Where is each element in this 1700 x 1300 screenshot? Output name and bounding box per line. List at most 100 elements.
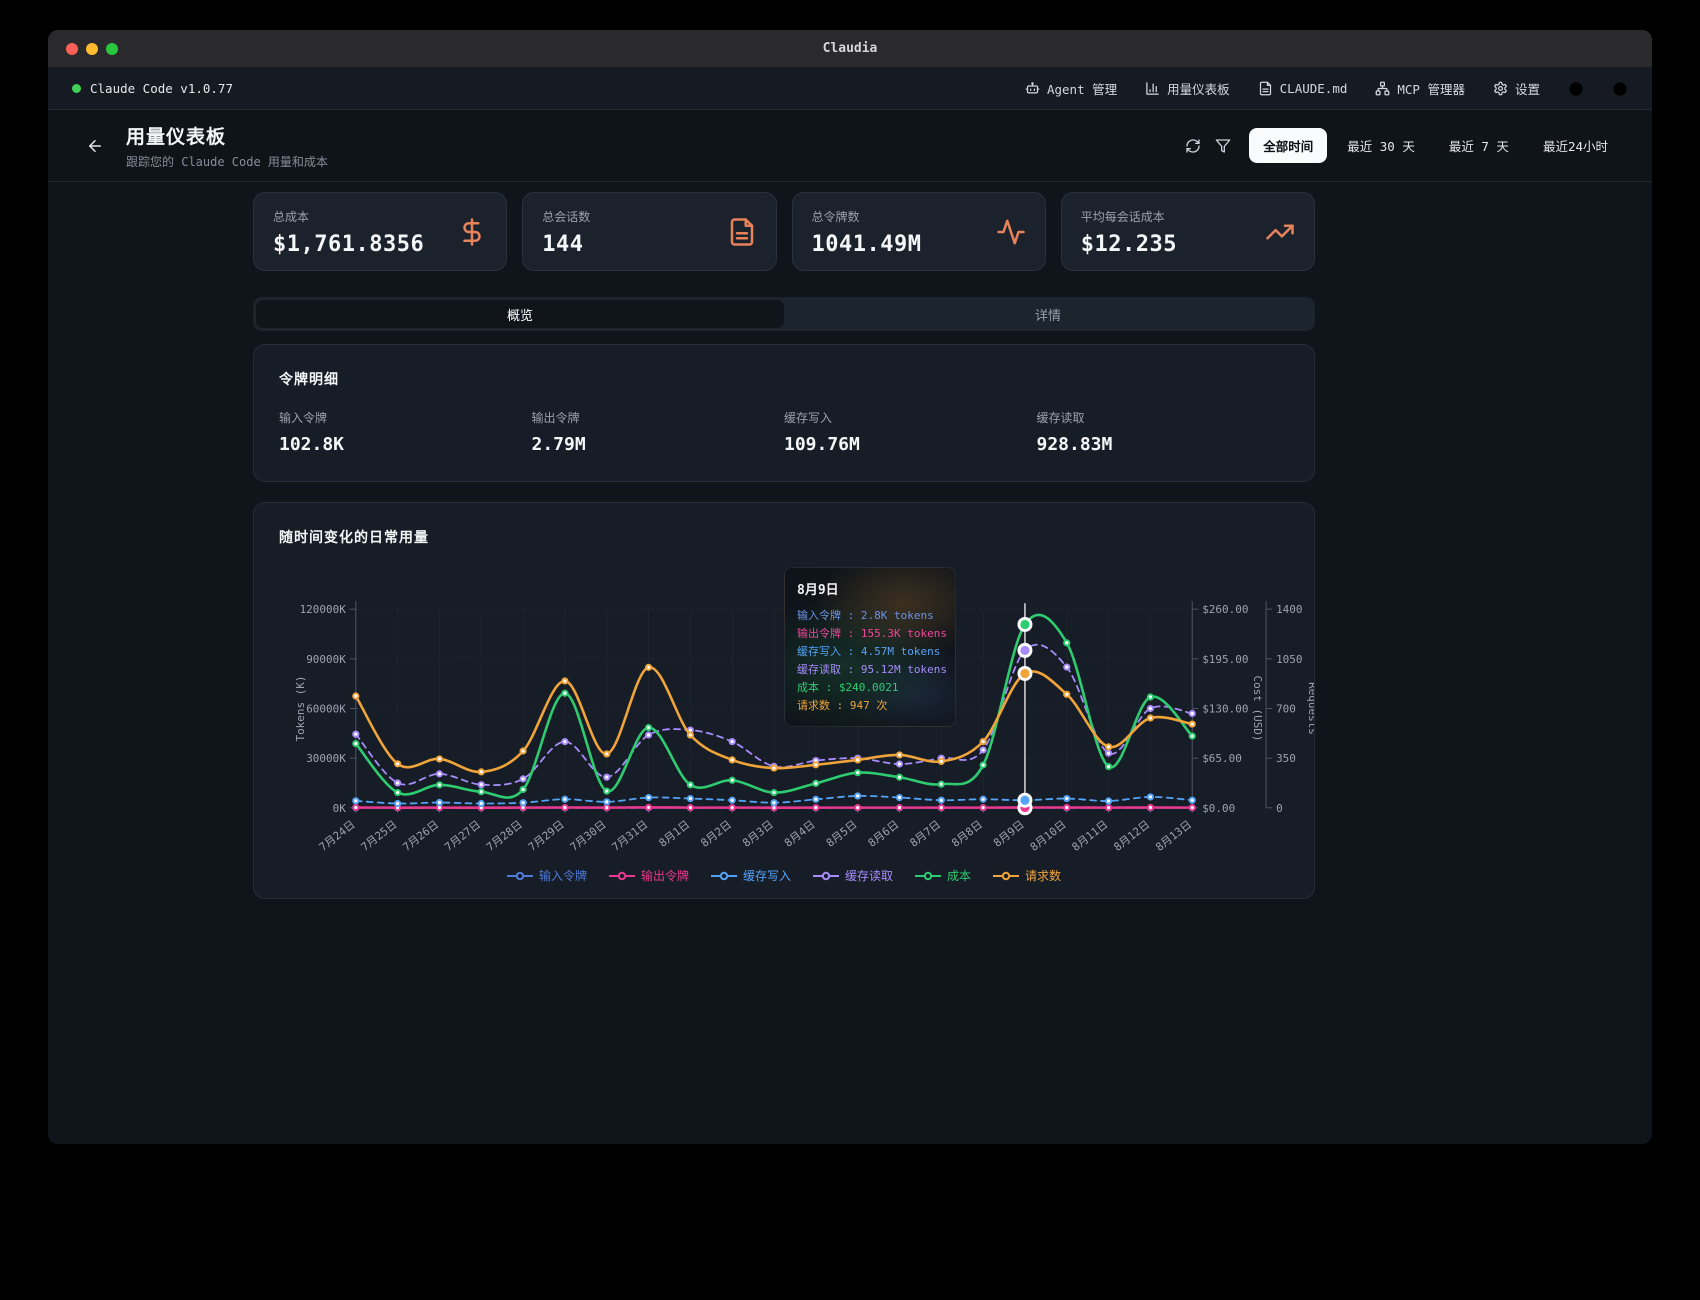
svg-text:0: 0 <box>1276 802 1283 815</box>
token-breakdown-title: 令牌明细 <box>279 369 1289 389</box>
svg-text:8月5日: 8月5日 <box>824 818 860 850</box>
legend-item-输入令牌[interactable]: 输入令牌 <box>507 867 587 884</box>
legend-marker-icon <box>711 871 737 881</box>
svg-text:7月25日: 7月25日 <box>359 818 400 854</box>
tab-0[interactable]: 概览 <box>256 300 784 328</box>
page-header: 用量仪表板 跟踪您的 Claude Code 用量和成本 全部时间最近 30 天… <box>48 110 1652 182</box>
nav-item-network[interactable]: MCP 管理器 <box>1375 79 1465 98</box>
legend-marker-icon <box>915 871 941 881</box>
svg-text:$130.00: $130.00 <box>1202 702 1248 715</box>
svg-text:Requests: Requests <box>1306 682 1314 735</box>
svg-text:Cost (USD): Cost (USD) <box>1251 675 1264 741</box>
legend-item-成本[interactable]: 成本 <box>915 867 971 884</box>
svg-text:1050: 1050 <box>1276 653 1302 666</box>
tooltip-row: 缓存写入 : 4.57M tokens <box>797 643 943 661</box>
filter-button[interactable] <box>1215 138 1231 154</box>
filter-pill-3[interactable]: 最近24小时 <box>1529 128 1622 163</box>
chart-area: 0K30000K60000K90000K120000KTokens (K)$0.… <box>254 553 1314 865</box>
nav-item-gear[interactable]: 设置 <box>1493 79 1540 98</box>
svg-text:7月31日: 7月31日 <box>609 818 650 854</box>
app-window: Claudia Claude Code v1.0.77 Agent 管理用量仪表… <box>48 30 1652 1144</box>
svg-text:7月30日: 7月30日 <box>568 818 609 854</box>
stat-card-3: 平均每会话成本 $12.235 <box>1061 192 1315 271</box>
svg-text:8月1日: 8月1日 <box>657 818 693 850</box>
nav-globe-icon[interactable] <box>1568 81 1584 97</box>
chart-title: 随时间变化的日常用量 <box>254 527 1314 547</box>
tooltip-row: 输入令牌 : 2.8K tokens <box>797 607 943 625</box>
svg-text:7月26日: 7月26日 <box>400 818 441 854</box>
svg-text:7月24日: 7月24日 <box>317 818 358 854</box>
bar-chart-icon <box>1145 81 1160 96</box>
svg-text:$0.00: $0.00 <box>1202 802 1235 815</box>
view-tabs: 概览详情 <box>253 297 1315 331</box>
svg-text:350: 350 <box>1276 752 1296 765</box>
svg-text:90000K: 90000K <box>306 653 346 666</box>
nav-item-bot[interactable]: Agent 管理 <box>1025 79 1117 98</box>
legend-marker-icon <box>609 871 635 881</box>
close-window-button[interactable] <box>66 43 78 55</box>
time-range-filters: 全部时间最近 30 天最近 7 天最近24小时 <box>1249 128 1622 163</box>
legend-item-请求数[interactable]: 请求数 <box>993 867 1061 884</box>
filter-pill-2[interactable]: 最近 7 天 <box>1435 128 1523 163</box>
svg-text:8月7日: 8月7日 <box>907 818 943 850</box>
svg-text:8月3日: 8月3日 <box>740 818 776 850</box>
tooltip-row: 缓存读取 : 95.12M tokens <box>797 661 943 679</box>
network-icon <box>1375 81 1390 96</box>
svg-text:Tokens (K): Tokens (K) <box>294 675 307 741</box>
svg-text:30000K: 30000K <box>306 752 346 765</box>
breakdown-item-0: 输入令牌 102.8K <box>279 409 532 455</box>
chart-tooltip: 8月9日 输入令牌 : 2.8K tokens输出令牌 : 155.3K tok… <box>784 567 956 727</box>
token-breakdown-card: 令牌明细 输入令牌 102.8K输出令牌 2.79M缓存写入 109.76M缓存… <box>253 344 1315 482</box>
svg-text:8月4日: 8月4日 <box>782 818 818 850</box>
zoom-window-button[interactable] <box>106 43 118 55</box>
minimize-window-button[interactable] <box>86 43 98 55</box>
legend-item-输出令牌[interactable]: 输出令牌 <box>609 867 689 884</box>
legend-marker-icon <box>507 871 533 881</box>
usage-chart-card: 随时间变化的日常用量 0K30000K60000K90000K120000KTo… <box>253 502 1315 899</box>
menubar: Claude Code v1.0.77 Agent 管理 用量仪表板 CLAUDE.… <box>48 68 1652 110</box>
back-button[interactable] <box>78 129 112 163</box>
activity-icon <box>996 217 1026 247</box>
svg-text:8月11日: 8月11日 <box>1070 818 1111 854</box>
legend-item-缓存写入[interactable]: 缓存写入 <box>711 867 791 884</box>
tooltip-date: 8月9日 <box>797 579 943 598</box>
stat-card-0: 总成本 $1,761.8356 <box>253 192 507 271</box>
app-version: Claude Code v1.0.77 <box>90 81 233 96</box>
app-status: Claude Code v1.0.77 <box>72 81 233 96</box>
filter-pill-1[interactable]: 最近 30 天 <box>1333 128 1429 163</box>
nav-item-file-text[interactable]: CLAUDE.md <box>1258 81 1348 96</box>
chart-legend: 输入令牌 输出令牌 缓存写入 缓存读取 成本 请求数 <box>254 867 1314 884</box>
filter-pill-0[interactable]: 全部时间 <box>1249 128 1327 163</box>
nav-item-bar-chart[interactable]: 用量仪表板 <box>1145 79 1230 98</box>
page-title: 用量仪表板 <box>126 122 328 149</box>
breakdown-item-2: 缓存写入 109.76M <box>784 409 1037 455</box>
svg-text:8月6日: 8月6日 <box>866 818 902 850</box>
stat-cards: 总成本 $1,761.8356 总会话数 144 总令牌数 1041.49M 平… <box>253 192 1315 271</box>
svg-text:1400: 1400 <box>1276 603 1302 616</box>
tooltip-row: 成本 : $240.0021 <box>797 679 943 697</box>
tab-1[interactable]: 详情 <box>784 300 1312 328</box>
legend-item-缓存读取[interactable]: 缓存读取 <box>813 867 893 884</box>
svg-text:$195.00: $195.00 <box>1202 653 1248 666</box>
svg-text:8月9日: 8月9日 <box>991 818 1027 850</box>
tooltip-row: 请求数 : 947 次 <box>797 697 943 715</box>
stat-card-2: 总令牌数 1041.49M <box>792 192 1046 271</box>
svg-text:$260.00: $260.00 <box>1202 603 1248 616</box>
dollar-icon <box>457 217 487 247</box>
file-text-icon <box>1258 81 1273 96</box>
svg-text:700: 700 <box>1276 702 1296 715</box>
info-icon <box>1612 81 1628 97</box>
window-title: Claudia <box>823 41 878 56</box>
refresh-button[interactable] <box>1185 138 1201 154</box>
traffic-lights <box>66 43 118 55</box>
bot-icon <box>1025 81 1040 96</box>
svg-text:120000K: 120000K <box>300 603 347 616</box>
tooltip-row: 输出令牌 : 155.3K tokens <box>797 625 943 643</box>
svg-text:8月2日: 8月2日 <box>698 818 734 850</box>
svg-text:8月8日: 8月8日 <box>949 818 985 850</box>
page-subtitle: 跟踪您的 Claude Code 用量和成本 <box>126 153 328 170</box>
nav-info-icon[interactable] <box>1612 81 1628 97</box>
svg-text:8月12日: 8月12日 <box>1111 818 1152 854</box>
svg-text:8月13日: 8月13日 <box>1153 818 1194 854</box>
titlebar: Claudia <box>48 30 1652 68</box>
